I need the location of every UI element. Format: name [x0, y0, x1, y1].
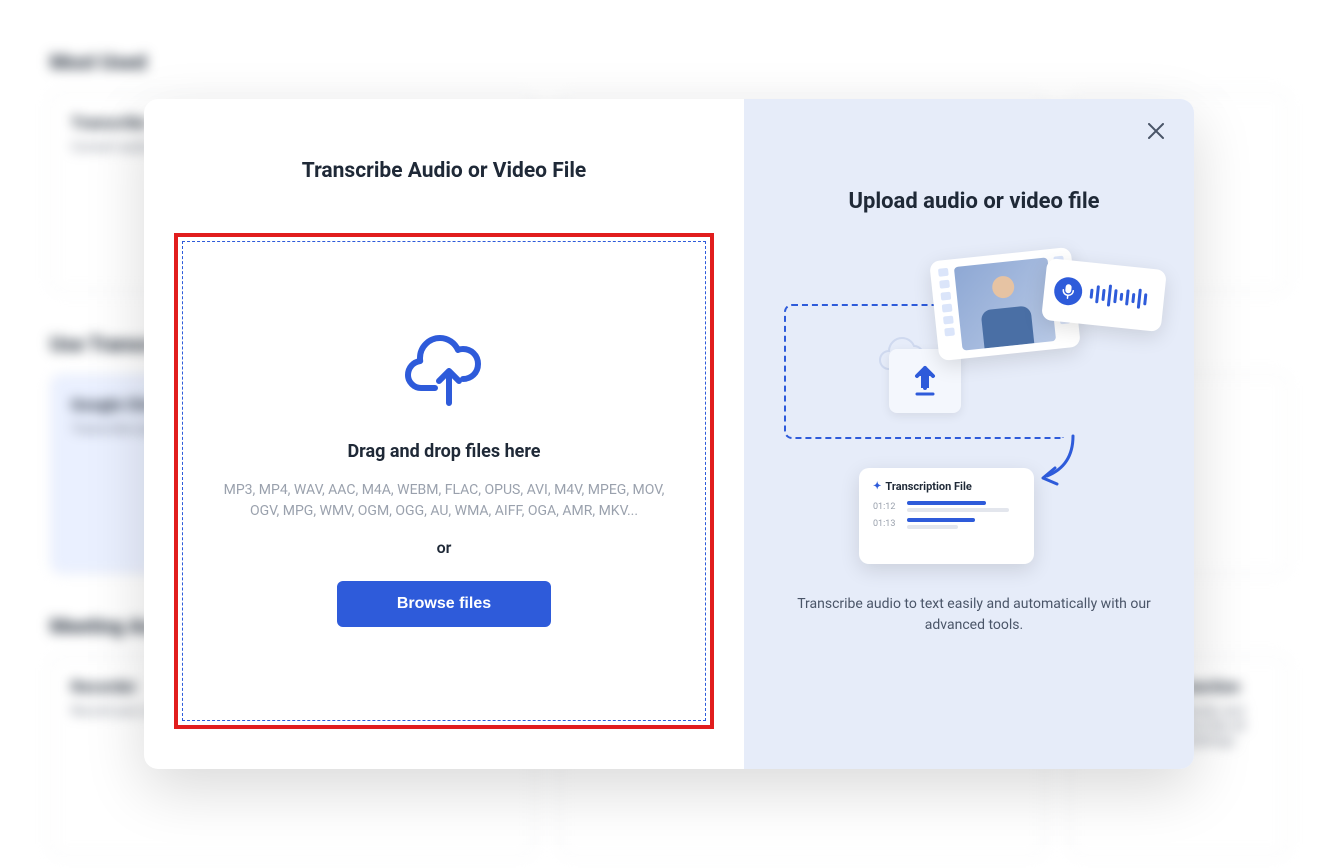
upload-arrow-icon	[911, 364, 939, 398]
upload-modal: Transcribe Audio or Video File Drag and …	[144, 99, 1194, 769]
modal-left-panel: Transcribe Audio or Video File Drag and …	[144, 99, 744, 769]
microphone-icon	[1053, 276, 1084, 307]
formats-text: MP3, MP4, WAV, AAC, M4A, WEBM, FLAC, OPU…	[223, 480, 665, 522]
or-label: or	[437, 538, 452, 557]
close-icon	[1148, 123, 1164, 139]
illus-file-row: 01:12	[873, 501, 1020, 512]
modal-title: Transcribe Audio or Video File	[174, 159, 714, 183]
illus-timestamp: 01:12	[873, 502, 899, 512]
sparkle-icon: ✦	[873, 481, 881, 492]
illus-file-title: ✦ Transcription File	[873, 480, 1020, 493]
close-button[interactable]	[1144, 121, 1168, 145]
upload-illustration: ✦ Transcription File 01:12 01:13	[784, 254, 1164, 564]
illus-arrow-icon	[1037, 434, 1079, 490]
drop-zone[interactable]: Drag and drop files here MP3, MP4, WAV, …	[182, 241, 706, 721]
modal-overlay: Transcribe Audio or Video File Drag and …	[0, 0, 1338, 868]
drop-highlight-frame: Drag and drop files here MP3, MP4, WAV, …	[174, 233, 714, 729]
browse-files-button[interactable]: Browse files	[337, 581, 551, 627]
waveform-icon	[1089, 283, 1148, 311]
film-thumbnail	[954, 257, 1056, 350]
illus-file-row: 01:13	[873, 518, 1020, 529]
drop-title: Drag and drop files here	[347, 441, 540, 462]
illus-file-title-text: Transcription File	[885, 480, 971, 493]
right-panel-title: Upload audio or video file	[848, 189, 1099, 214]
illus-audio-card	[1041, 258, 1167, 332]
right-caption: Transcribe audio to text easily and auto…	[789, 594, 1159, 636]
cloud-upload-icon	[403, 335, 485, 411]
film-strip	[938, 268, 957, 353]
modal-right-panel: Upload audio or video file	[744, 99, 1194, 769]
illus-timestamp: 01:13	[873, 519, 899, 529]
illus-transcript-card: ✦ Transcription File 01:12 01:13	[859, 468, 1034, 564]
